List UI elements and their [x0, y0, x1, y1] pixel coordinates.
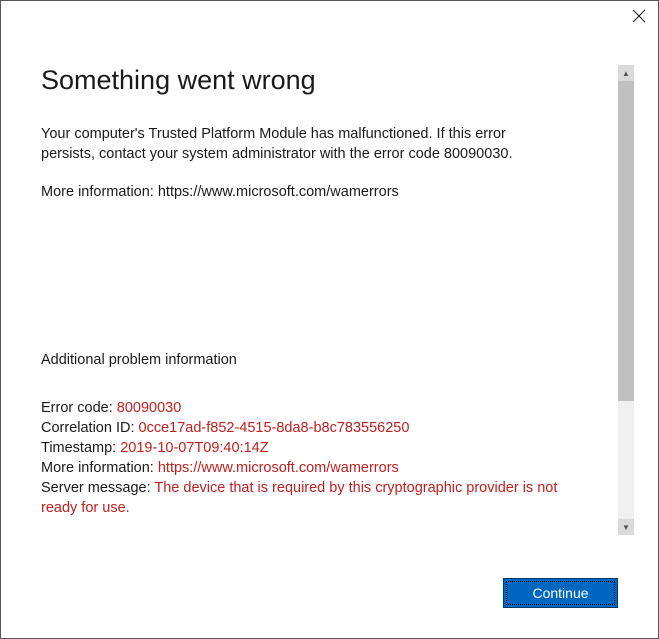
scrollbar[interactable]: ▲ ▼	[618, 65, 634, 535]
detail-more-info-label: More information:	[41, 460, 158, 476]
error-code-line: Error code: 80090030	[41, 398, 618, 418]
detail-more-info-url: https://www.microsoft.com/wamerrors	[158, 460, 399, 476]
scrollbar-thumb[interactable]	[618, 81, 634, 401]
server-message-label: Server message:	[41, 480, 154, 496]
dialog-title: Something went wrong	[41, 65, 618, 96]
detail-more-info-line: More information: https://www.microsoft.…	[41, 458, 618, 478]
correlation-id-line: Correlation ID: 0cce17ad-f852-4515-8da8-…	[41, 418, 618, 438]
more-information-line: More information: https://www.microsoft.…	[41, 182, 618, 202]
dialog-content: Something went wrong Your computer's Tru…	[1, 1, 658, 568]
timestamp-label: Timestamp:	[41, 440, 120, 456]
more-info-prefix: More information:	[41, 184, 158, 200]
error-code-value: 80090030	[117, 400, 182, 416]
timestamp-value: 2019-10-07T09:40:14Z	[120, 440, 268, 456]
error-dialog: Something went wrong Your computer's Tru…	[0, 0, 659, 639]
more-info-url: https://www.microsoft.com/wamerrors	[158, 184, 399, 200]
scrollbar-down-arrow[interactable]: ▼	[618, 519, 634, 535]
spacer	[41, 202, 618, 352]
error-message: Your computer's Trusted Platform Module …	[41, 124, 618, 164]
correlation-id-value: 0cce17ad-f852-4515-8da8-b8c783556250	[139, 420, 410, 436]
timestamp-line: Timestamp: 2019-10-07T09:40:14Z	[41, 438, 618, 458]
additional-info-header: Additional problem information	[41, 352, 618, 368]
continue-button[interactable]: Continue	[503, 578, 618, 608]
correlation-id-label: Correlation ID:	[41, 420, 139, 436]
error-code-label: Error code:	[41, 400, 117, 416]
scrollbar-up-arrow[interactable]: ▲	[618, 65, 634, 81]
dialog-footer: Continue	[1, 568, 658, 638]
server-message-line: Server message: The device that is requi…	[41, 478, 618, 518]
